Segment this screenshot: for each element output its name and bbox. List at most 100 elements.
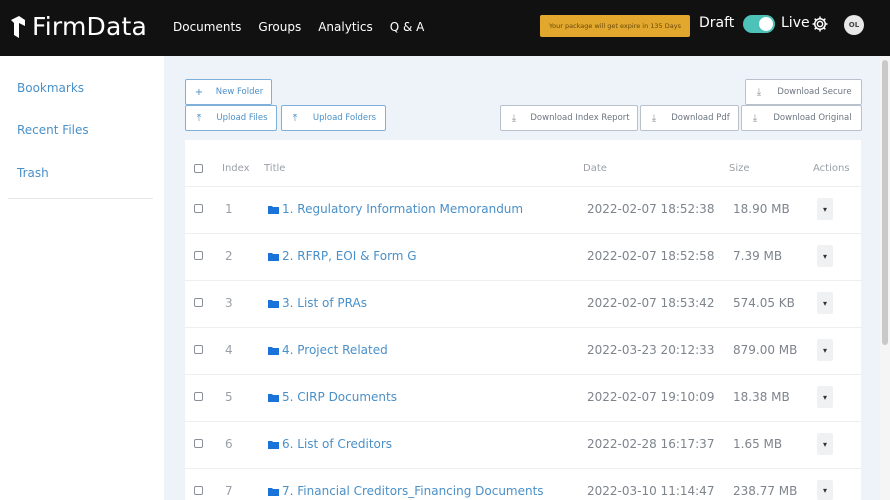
folder-icon — [268, 252, 279, 261]
row-checkbox[interactable] — [194, 251, 203, 260]
folder-icon — [268, 205, 279, 214]
row-title: 5. CIRP Documents — [282, 390, 397, 404]
download-index-report-label: Download Index Report — [530, 113, 630, 123]
download-original-button[interactable]: ⤓ Download Original — [741, 105, 862, 131]
download-pdf-button[interactable]: ⤓ Download Pdf — [640, 105, 739, 131]
upload-folders-button[interactable]: ⤒ Upload Folders — [281, 105, 386, 131]
row-title: 4. Project Related — [282, 343, 388, 357]
row-date: 2022-02-28 16:17:37 — [587, 437, 715, 451]
row-index: 3 — [225, 296, 233, 310]
upload-files-button[interactable]: ⤒ Upload Files — [185, 105, 277, 131]
row-date: 2022-02-07 19:10:09 — [587, 390, 715, 404]
row-actions-dropdown[interactable]: ▾ — [817, 245, 833, 267]
row-title-link[interactable]: 5. CIRP Documents — [268, 389, 397, 405]
download-secure-button[interactable]: ⤓ Download Secure — [745, 79, 862, 105]
sidebar-item-recent-files[interactable]: Recent Files — [17, 122, 89, 138]
row-actions-dropdown[interactable]: ▾ — [817, 433, 833, 455]
download-icon: ⤓ — [651, 112, 657, 124]
draft-label: Draft — [699, 15, 735, 31]
plus-icon: + — [194, 86, 204, 98]
row-index: 5 — [225, 390, 233, 404]
sidebar-item-trash[interactable]: Trash — [17, 165, 49, 181]
caret-down-icon: ▾ — [822, 392, 827, 402]
row-checkbox[interactable] — [194, 298, 203, 307]
row-title-link[interactable]: 2. RFRP, EOI & Form G — [268, 248, 417, 264]
package-expiry-notice: Your package will get expire in 135 Days — [540, 15, 690, 37]
header-title: Title — [264, 163, 286, 174]
row-checkbox[interactable] — [194, 204, 203, 213]
caret-down-icon: ▾ — [822, 251, 827, 261]
caret-down-icon: ▾ — [822, 439, 827, 449]
row-date: 2022-03-23 20:12:33 — [587, 343, 715, 357]
row-date: 2022-02-07 18:52:58 — [587, 249, 715, 263]
row-checkbox[interactable] — [194, 439, 203, 448]
scrollbar-thumb[interactable] — [882, 60, 888, 345]
row-actions-dropdown[interactable]: ▾ — [817, 386, 833, 408]
upload-icon: ⤒ — [292, 112, 298, 124]
new-folder-button[interactable]: + New Folder — [185, 79, 272, 105]
sidebar-divider — [8, 198, 153, 199]
row-index: 4 — [225, 343, 233, 357]
row-checkbox[interactable] — [194, 486, 203, 495]
folder-icon — [268, 346, 279, 355]
nav-groups[interactable]: Groups — [258, 19, 301, 35]
table-row[interactable]: 6 6. List of Creditors 2022-02-28 16:17:… — [185, 421, 861, 468]
row-size: 18.38 MB — [733, 390, 790, 404]
upload-icon: ⤒ — [196, 112, 202, 124]
upload-folders-label: Upload Folders — [312, 113, 377, 123]
row-title-link[interactable]: 7. Financial Creditors_Financing Documen… — [268, 483, 544, 499]
folder-icon — [268, 393, 279, 402]
brand-logo[interactable]: FirmData — [8, 12, 147, 42]
row-title-link[interactable]: 3. List of PRAs — [268, 295, 367, 311]
row-title: 7. Financial Creditors_Financing Documen… — [282, 484, 544, 498]
row-index: 7 — [225, 484, 233, 498]
row-title: 6. List of Creditors — [282, 437, 393, 451]
page-scrollbar[interactable] — [880, 56, 890, 500]
row-actions-dropdown[interactable]: ▾ — [817, 292, 833, 314]
draft-live-toggle[interactable] — [743, 15, 775, 33]
row-size: 1.65 MB — [733, 437, 783, 451]
header-index: Index — [222, 163, 250, 174]
row-title-link[interactable]: 4. Project Related — [268, 342, 388, 358]
row-actions-dropdown[interactable]: ▾ — [817, 339, 833, 361]
caret-down-icon: ▾ — [822, 345, 827, 355]
row-index: 1 — [225, 202, 233, 216]
row-title: 2. RFRP, EOI & Form G — [282, 249, 417, 263]
row-index: 2 — [225, 249, 233, 263]
firmdata-logo-icon — [11, 16, 25, 38]
sidebar-item-bookmarks[interactable]: Bookmarks — [17, 80, 84, 96]
download-icon: ⤓ — [511, 112, 517, 124]
row-title-link[interactable]: 1. Regulatory Information Memorandum — [268, 201, 523, 217]
row-title: 3. List of PRAs — [282, 296, 367, 310]
table-row[interactable]: 2 2. RFRP, EOI & Form G 2022-02-07 18:52… — [185, 233, 861, 280]
main-nav: Documents Groups Analytics Q & A — [173, 19, 441, 35]
download-original-label: Download Original — [773, 113, 852, 123]
table-row[interactable]: 5 5. CIRP Documents 2022-02-07 19:10:09 … — [185, 374, 861, 421]
table-row[interactable]: 7 7. Financial Creditors_Financing Docum… — [185, 468, 861, 500]
caret-down-icon: ▾ — [822, 298, 827, 308]
row-checkbox[interactable] — [194, 392, 203, 401]
row-size: 238.77 MB — [733, 484, 798, 498]
new-folder-label: New Folder — [215, 87, 264, 97]
nav-documents[interactable]: Documents — [173, 19, 241, 35]
table-row[interactable]: 3 3. List of PRAs 2022-02-07 18:53:42 57… — [185, 280, 861, 327]
table-row[interactable]: 1 1. Regulatory Information Memorandum 2… — [185, 186, 861, 233]
row-size: 7.39 MB — [733, 249, 783, 263]
row-title-link[interactable]: 6. List of Creditors — [268, 436, 392, 452]
select-all-checkbox[interactable] — [194, 164, 203, 173]
row-size: 574.05 KB — [733, 296, 795, 310]
table-row[interactable]: 4 4. Project Related 2022-03-23 20:12:33… — [185, 327, 861, 374]
folder-icon — [268, 440, 279, 449]
gear-icon[interactable] — [811, 15, 829, 33]
row-actions-dropdown[interactable]: ▾ — [817, 480, 833, 500]
download-index-report-button[interactable]: ⤓ Download Index Report — [500, 105, 638, 131]
nav-qa[interactable]: Q & A — [390, 19, 425, 35]
row-date: 2022-03-10 11:14:47 — [587, 484, 715, 498]
folder-icon — [268, 299, 279, 308]
row-actions-dropdown[interactable]: ▾ — [817, 198, 833, 220]
row-date: 2022-02-07 18:52:38 — [587, 202, 715, 216]
row-checkbox[interactable] — [194, 345, 203, 354]
nav-analytics[interactable]: Analytics — [318, 19, 373, 35]
row-index: 6 — [225, 437, 233, 451]
user-avatar[interactable]: OL — [844, 15, 864, 35]
